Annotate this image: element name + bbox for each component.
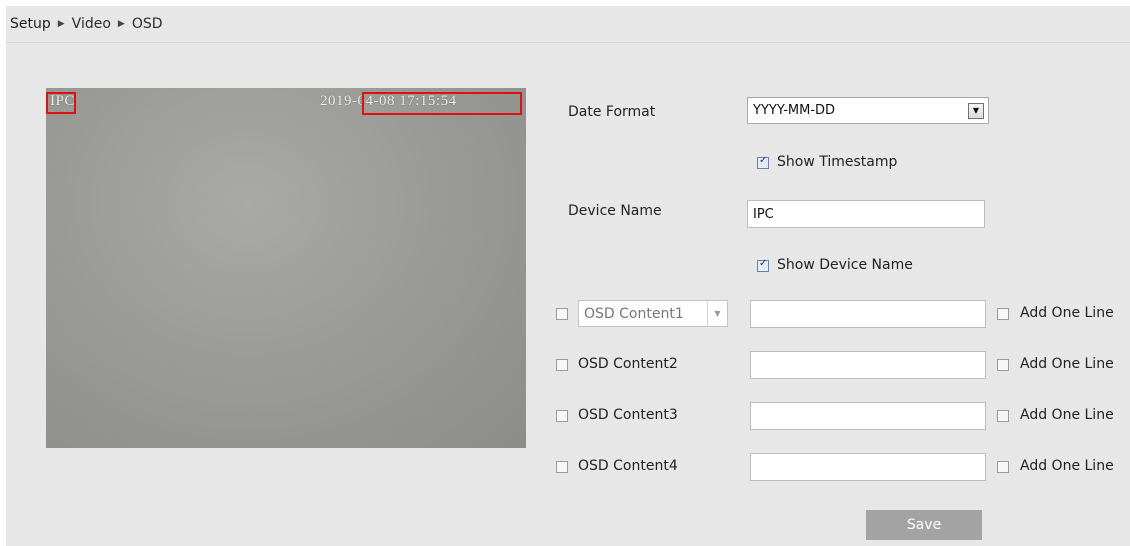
video-preview: IPC 2019-04-08 17:15:54	[46, 88, 526, 448]
osd-content4-input[interactable]	[750, 453, 986, 481]
show-device-name-checkbox[interactable]	[757, 258, 769, 272]
chevron-down-icon: ▼	[707, 301, 727, 326]
show-timestamp-label: Show Timestamp	[777, 154, 898, 170]
osd-content3-input[interactable]	[750, 402, 986, 430]
osd-content2-add-line-checkbox[interactable]	[997, 359, 1009, 371]
date-format-label: Date Format	[568, 104, 656, 120]
osd-content1-add-line-checkbox[interactable]	[997, 308, 1009, 320]
osd-content3-add-line-checkbox[interactable]	[997, 410, 1009, 422]
osd-content3-label: OSD Content3	[578, 407, 678, 423]
osd-content4-label: OSD Content4	[578, 458, 678, 474]
date-format-value: YYYY-MM-DD	[753, 103, 836, 118]
osd-settings-panel: Setup ▶ Video ▶ OSD IPC 2019-04-08 17:15…	[6, 6, 1130, 546]
osd-content2-label: OSD Content2	[578, 356, 678, 372]
breadcrumb-video[interactable]: Video	[72, 16, 111, 32]
osd-content1-input[interactable]	[750, 300, 986, 328]
breadcrumb-setup[interactable]: Setup	[10, 16, 51, 32]
device-name-drag-box[interactable]	[46, 92, 76, 114]
chevron-down-icon: ▼	[968, 102, 984, 119]
osd-content4-checkbox[interactable]	[556, 461, 568, 473]
osd-content1-value: OSD Content1	[584, 305, 684, 322]
osd-content1-checkbox[interactable]	[556, 308, 568, 320]
breadcrumb: Setup ▶ Video ▶ OSD	[6, 6, 1130, 43]
osd-content1-add-line-label: Add One Line	[1020, 305, 1114, 321]
osd-content4-add-line-checkbox[interactable]	[997, 461, 1009, 473]
save-button[interactable]: Save	[866, 510, 982, 540]
osd-content3-checkbox[interactable]	[556, 410, 568, 422]
osd-content2-add-line-label: Add One Line	[1020, 356, 1114, 372]
osd-content2-checkbox[interactable]	[556, 359, 568, 371]
show-device-name-label: Show Device Name	[777, 257, 913, 273]
osd-content3-add-line-label: Add One Line	[1020, 407, 1114, 423]
osd-content4-add-line-label: Add One Line	[1020, 458, 1114, 474]
osd-content1-select[interactable]: OSD Content1 ▼	[578, 300, 728, 327]
breadcrumb-osd: OSD	[131, 16, 163, 32]
osd-content2-input[interactable]	[750, 351, 986, 379]
breadcrumb-separator-icon: ▶	[117, 19, 125, 29]
date-format-select[interactable]: YYYY-MM-DD ▼	[747, 97, 989, 124]
show-timestamp-checkbox[interactable]	[757, 155, 769, 169]
timestamp-drag-box[interactable]	[362, 92, 522, 115]
device-name-label: Device Name	[568, 203, 662, 219]
breadcrumb-separator-icon: ▶	[57, 19, 65, 29]
device-name-input[interactable]	[747, 200, 985, 228]
